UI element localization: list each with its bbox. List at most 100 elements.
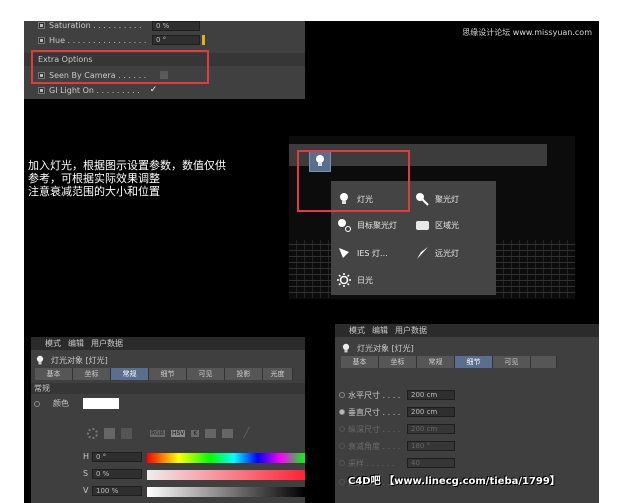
eyedropper-icon[interactable]: ╱ <box>243 428 249 439</box>
object-title-row: 灯光对象 [灯光] <box>35 355 108 366</box>
instruction-line: 参考，可根据实际效果调整 <box>28 172 160 185</box>
tab-visibility[interactable]: 可见 <box>187 368 225 380</box>
object-title: 灯光对象 [灯光] <box>51 356 108 365</box>
hue-slider[interactable] <box>147 453 305 463</box>
menu-edit[interactable]: 编辑 <box>372 325 388 336</box>
menu-userdata[interactable]: 用户数据 <box>91 338 123 349</box>
param-label: 垂直尺寸 . . . . <box>348 407 401 417</box>
menu-item-area-light[interactable]: 区域光 <box>415 218 459 232</box>
color-swatch[interactable] <box>83 398 119 409</box>
gi-light-label: GI Light On . . . . . . . . . <box>49 85 140 95</box>
menu-item-ies[interactable]: IES 灯... <box>337 246 388 260</box>
object-title: 灯光对象 [灯光] <box>357 344 414 353</box>
tab-shadow[interactable]: 投影 <box>225 368 263 380</box>
param-row: 纵深尺寸 . . . . <box>339 422 412 436</box>
menu-item-label: IES 灯... <box>357 248 388 258</box>
infinite-light-icon <box>415 246 429 260</box>
instruction-text: 加入灯光，根据图示设置参数，数值仅供 参考，可根据实际效果调整 注意衰减范围的大… <box>28 159 283 198</box>
spectrum-icon[interactable] <box>104 428 115 439</box>
value-slider[interactable] <box>147 487 305 497</box>
tab-coord[interactable]: 坐标 <box>379 356 417 368</box>
v-field[interactable]: 100 % <box>92 486 142 496</box>
menu-edit[interactable]: 编辑 <box>68 338 84 349</box>
keyframe-icon[interactable] <box>34 400 40 407</box>
mixer-icon[interactable] <box>205 429 217 438</box>
s-field[interactable]: 0 % <box>92 469 142 479</box>
menu-item-label: 远光灯 <box>435 248 459 258</box>
menu-mode[interactable]: 模式 <box>349 325 365 336</box>
keyframe-icon <box>339 460 345 466</box>
param-label: 水平尺寸 . . . . <box>348 390 401 400</box>
rgb-mode-button[interactable]: RGB <box>150 430 165 437</box>
tab-bar: 基本 坐标 常规 细节 可见 投影 光度 <box>35 368 293 380</box>
instruction-line: 注意衰减范围的大小和位置 <box>28 185 160 198</box>
keyframe-icon[interactable] <box>38 86 45 94</box>
hue-field[interactable]: 0 ° <box>152 35 200 45</box>
param-field[interactable]: 200 cm <box>407 407 455 417</box>
s-label: S <box>83 469 89 478</box>
param-row: 衰减角度 . . . . <box>339 439 412 453</box>
menu-item-sun[interactable]: 日光 <box>337 273 373 287</box>
hue-row: Hue . . . . . . . . . . . . . . . . <box>38 33 146 47</box>
tab-bar: 基本 坐标 常规 细节 可见 <box>341 356 557 368</box>
keyframe-icon[interactable] <box>339 409 345 415</box>
tab-more[interactable] <box>531 356 557 368</box>
floor-grid <box>289 240 334 298</box>
param-field[interactable]: 200 cm <box>407 390 455 400</box>
menu-item-infinite[interactable]: 远光灯 <box>415 246 459 260</box>
tab-visibility[interactable]: 可见 <box>493 356 531 368</box>
menu-userdata[interactable]: 用户数据 <box>395 325 427 336</box>
menu-mode[interactable]: 模式 <box>45 338 61 349</box>
object-title-row: 灯光对象 [灯光] <box>341 343 414 354</box>
bulb-icon <box>36 355 44 365</box>
keyframe-icon <box>339 479 345 485</box>
area-light-icon <box>415 218 429 232</box>
image-icon[interactable] <box>121 428 132 439</box>
menu-bar: 模式 编辑 用户数据 <box>335 324 599 337</box>
param-label: 采样 . . . . . . <box>348 458 395 468</box>
target-spot-icon <box>337 218 351 232</box>
tab-basic[interactable]: 基本 <box>341 356 379 368</box>
saturation-label: Saturation . . . . . . . . . . <box>49 20 142 30</box>
param-row: 采样 . . . . . . <box>339 456 412 470</box>
floor-grid <box>496 240 575 298</box>
param-field: 200 cm <box>407 424 455 434</box>
hue-label: Hue . . . . . . . . . . . . . . . . <box>49 35 147 45</box>
tab-coord[interactable]: 坐标 <box>73 368 111 380</box>
tab-general[interactable]: 常规 <box>111 368 149 380</box>
param-field: 180 ° <box>407 441 455 451</box>
tab-general[interactable]: 常规 <box>417 356 455 368</box>
watermark-bottom: C4D吧 【www.linecg.com/tieba/1799】 <box>348 476 560 487</box>
keyframe-icon <box>339 426 345 432</box>
tab-basic[interactable]: 基本 <box>35 368 73 380</box>
instruction-line: 加入灯光，根据图示设置参数，数值仅供 <box>28 159 226 172</box>
keyframe-icon[interactable] <box>339 392 345 398</box>
saturation-slider[interactable] <box>147 470 305 480</box>
hue-swatch <box>202 35 205 45</box>
h-label: H <box>83 452 90 461</box>
watermark-top: 思缘设计论坛 www.missyuan.com <box>462 28 592 37</box>
gi-light-checkbox[interactable]: ✓ <box>150 85 158 95</box>
color-mode-bar: RGB HSV K ╱ <box>87 428 249 439</box>
tab-details[interactable]: 细节 <box>455 356 493 368</box>
kelvin-mode-button[interactable]: K <box>191 430 200 437</box>
saturation-field[interactable]: 0 % <box>152 21 200 31</box>
saturation-row: Saturation . . . . . . . . . . <box>38 18 142 32</box>
color-wheel-icon[interactable] <box>87 428 98 439</box>
color-label: 颜色 <box>53 399 69 408</box>
menu-item-label: 目标聚光灯 <box>357 220 397 230</box>
spotlight-icon <box>415 192 429 206</box>
keyframe-icon[interactable] <box>38 36 45 44</box>
tab-photometric[interactable]: 光度 <box>263 368 293 380</box>
keyframe-icon[interactable] <box>38 21 45 29</box>
attributes-panel-left: 模式 编辑 用户数据 灯光对象 [灯光] 基本 坐标 常规 细节 可见 投影 光… <box>31 337 305 503</box>
hsv-mode-button[interactable]: HSV <box>170 430 186 437</box>
menu-item-target-spot[interactable]: 目标聚光灯 <box>337 218 397 232</box>
color-row: 颜色 <box>34 398 119 409</box>
menu-item-spotlight[interactable]: 聚光灯 <box>415 192 459 206</box>
sun-icon <box>337 273 351 287</box>
gi-light-row: GI Light On . . . . . . . . . ✓ <box>38 83 157 97</box>
tab-details[interactable]: 细节 <box>149 368 187 380</box>
h-field[interactable]: 0 ° <box>92 452 142 462</box>
swatch-grid-icon[interactable] <box>222 429 234 438</box>
